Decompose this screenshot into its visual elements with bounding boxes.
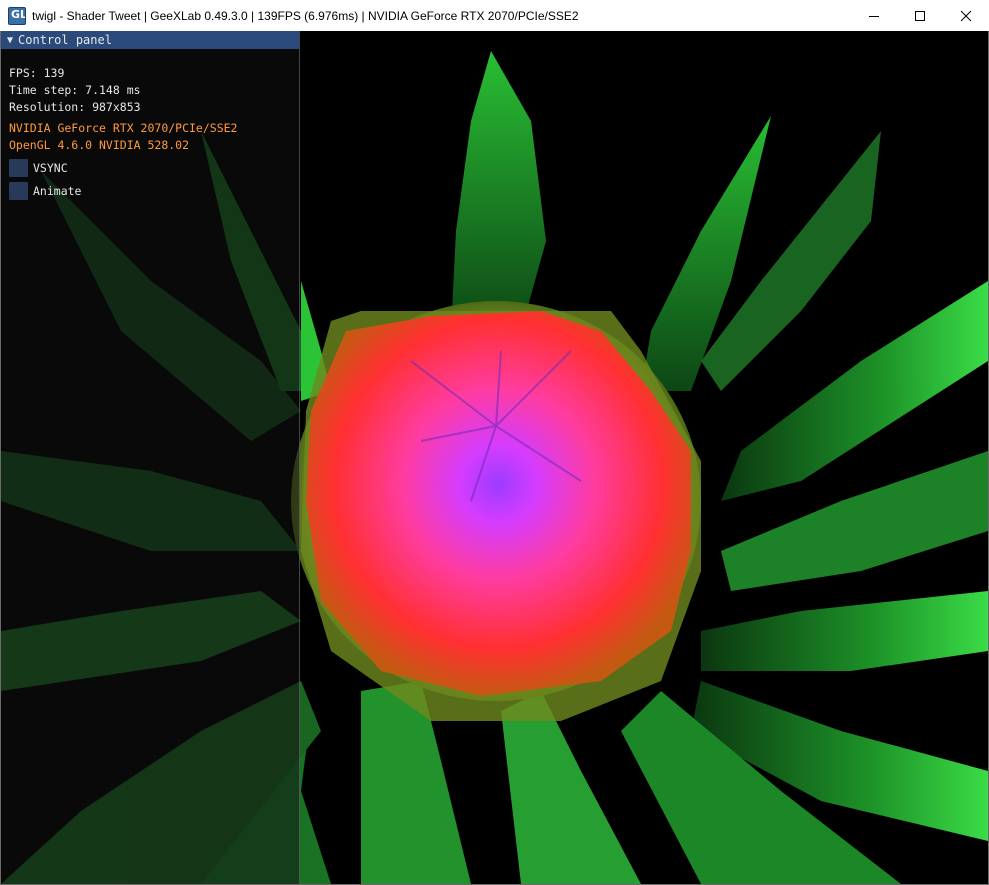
window-border-left [0,31,1,885]
animate-checkbox-row[interactable]: Animate [9,181,299,200]
control-panel: ▼ Control panel FPS: 139 Time step: 7.14… [1,31,300,884]
minimize-button[interactable] [851,0,897,31]
collapse-arrow-icon[interactable]: ▼ [7,35,13,46]
resolution-readout: Resolution: 987x853 [9,100,141,114]
app-icon: GL [8,6,26,25]
fps-readout: FPS: 139 [9,66,65,80]
close-icon [960,10,972,21]
control-panel-body: FPS: 139 Time step: 7.148 ms Resolution:… [1,49,299,200]
opengl-version: OpenGL 4.6.0 NVIDIA 528.02 [9,138,190,152]
window-title: twigl - Shader Tweet | GeeXLab 0.49.3.0 … [32,8,579,23]
animate-label: Animate [33,183,82,198]
control-panel-header[interactable]: ▼ Control panel [1,31,299,49]
window-titlebar[interactable]: GL twigl - Shader Tweet | GeeXLab 0.49.3… [0,0,989,32]
close-button[interactable] [943,0,989,31]
animate-checkbox[interactable] [9,181,28,200]
maximize-icon [915,10,925,21]
minimize-icon [869,15,879,17]
control-panel-title: Control panel [18,33,112,47]
vsync-checkbox[interactable] [9,158,28,177]
maximize-button[interactable] [897,0,943,31]
gpu-name: NVIDIA GeForce RTX 2070/PCIe/SSE2 [9,121,238,135]
vsync-checkbox-row[interactable]: VSYNC [9,158,299,177]
vsync-label: VSYNC [33,160,68,175]
time-step-readout: Time step: 7.148 ms [9,83,141,97]
